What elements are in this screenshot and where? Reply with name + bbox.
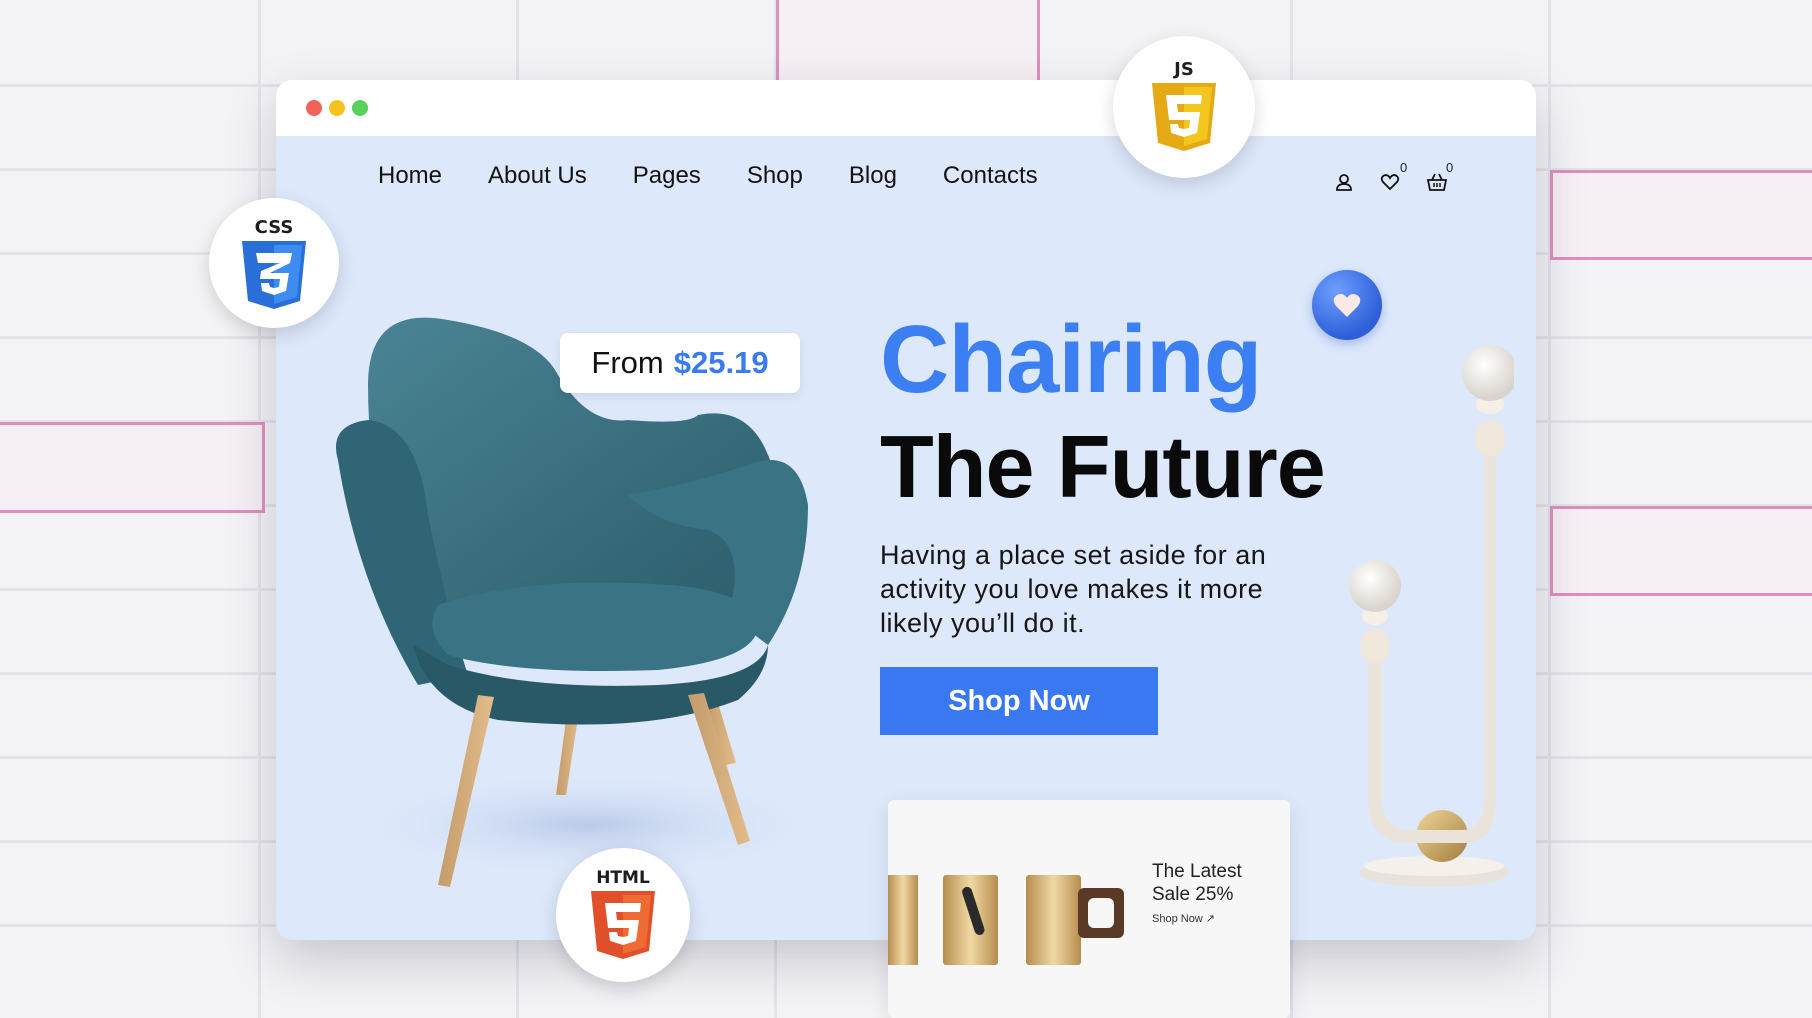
promo-image [888, 875, 1124, 965]
minimize-window-dot[interactable] [329, 100, 345, 116]
heart-icon [1333, 294, 1361, 317]
shop-now-button[interactable]: Shop Now [880, 667, 1158, 735]
wishlist-count-badge: 0 [1400, 160, 1408, 175]
nav-home[interactable]: Home [378, 162, 442, 190]
decor-box [1550, 506, 1812, 596]
title-bar [276, 80, 1536, 136]
wishlist-button[interactable]: 0 [1376, 160, 1408, 196]
decor-box [1550, 170, 1812, 260]
hero-description: Having a place set aside for an activity… [880, 540, 1267, 638]
nav-blog[interactable]: Blog [849, 162, 897, 190]
js-logo-icon: JS [1152, 59, 1216, 151]
promo-card[interactable]: The Latest Sale 25% Shop Now ↗ [888, 800, 1290, 1018]
price-tag: From $25.19 [560, 333, 800, 393]
nav-shop[interactable]: Shop [747, 162, 803, 190]
basket-icon [1426, 173, 1448, 191]
css-label: CSS [255, 217, 294, 238]
maximize-window-dot[interactable] [352, 100, 368, 116]
promo-title: The Latest Sale 25% [1152, 861, 1242, 905]
html5-logo-icon: HTML [591, 868, 655, 959]
decor-box [0, 422, 265, 513]
close-window-dot[interactable] [306, 100, 322, 116]
nav-contacts[interactable]: Contacts [943, 162, 1038, 190]
css3-badge: CSS [209, 198, 339, 328]
nav-about-us[interactable]: About Us [488, 162, 587, 190]
price-value: $25.19 [673, 345, 769, 380]
cart-button[interactable]: 0 [1422, 160, 1454, 196]
js-badge: JS [1113, 36, 1255, 178]
headline-accent: Chairing [880, 306, 1262, 413]
decor-box [776, 0, 1040, 88]
headline-main: The Future [880, 417, 1326, 516]
heart-icon [1380, 174, 1400, 191]
price-prefix: From [591, 345, 664, 380]
js-label: JS [1172, 59, 1194, 80]
promo-shop-now-link[interactable]: Shop Now ↗ [1152, 912, 1215, 925]
user-icon[interactable] [1330, 168, 1362, 196]
cart-count-badge: 0 [1446, 160, 1454, 175]
nav-icons: 0 0 [1330, 160, 1468, 196]
nav-pages[interactable]: Pages [633, 162, 701, 190]
css3-logo-icon: CSS [242, 217, 306, 309]
main-nav: Home About Us Pages Shop Blog Contacts [378, 162, 1084, 190]
html-label: HTML [596, 868, 650, 888]
floor-lamp-image [1349, 345, 1514, 887]
html5-badge: HTML [556, 848, 690, 982]
